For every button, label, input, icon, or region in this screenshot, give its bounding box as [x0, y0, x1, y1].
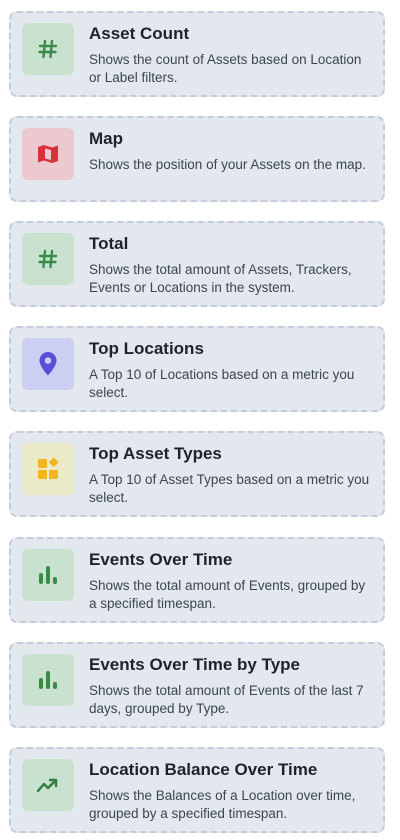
hash-icon: [38, 249, 58, 269]
trend-icon: [36, 778, 58, 793]
widget-description: A Top 10 of Asset Types based on a metri…: [89, 472, 370, 505]
widget-title: Top Asset Types: [89, 444, 222, 463]
widget-icon-box: [22, 233, 74, 285]
widget-icon-box: [22, 128, 74, 180]
map-icon: [38, 145, 58, 163]
widget-description: A Top 10 of Locations based on a metric …: [89, 367, 355, 400]
location-pin-icon: [39, 352, 57, 376]
widget-card-top-locations[interactable]: Top Locations A Top 10 of Locations base…: [9, 326, 385, 412]
widget-description: Shows the total amount of Assets, Tracke…: [89, 262, 352, 295]
bar-chart-icon: [39, 566, 57, 584]
widget-title: Asset Count: [89, 24, 190, 43]
widget-card-events-over-time-by-type[interactable]: Events Over Time by Type Shows the total…: [9, 642, 385, 728]
shapes-icon: [38, 457, 59, 479]
widget-title: Total: [89, 234, 129, 253]
widget-icon-box: [22, 654, 74, 706]
widget-icon-box: [22, 759, 74, 811]
widget-description: Shows the Balances of a Location over ti…: [89, 788, 356, 821]
widget-card-location-balance-over-time[interactable]: Location Balance Over Time Shows the Bal…: [9, 747, 385, 833]
widget-icon-box: [22, 443, 74, 495]
widget-list: Asset Count Shows the count of Assets ba…: [0, 0, 400, 840]
widget-card-map[interactable]: Map Shows the position of your Assets on…: [9, 116, 385, 202]
widget-title: Events Over Time by Type: [89, 655, 301, 674]
widget-icon-box: [22, 23, 74, 75]
widget-description: Shows the total amount of Events of the …: [89, 683, 364, 716]
widget-title: Top Locations: [89, 339, 204, 358]
widget-title: Map: [89, 129, 123, 148]
widget-card-total[interactable]: Total Shows the total amount of Assets, …: [9, 221, 385, 307]
widget-card-top-asset-types[interactable]: Top Asset Types A Top 10 of Asset Types …: [9, 431, 385, 517]
widget-description: Shows the position of your Assets on the…: [89, 157, 366, 172]
widget-card-asset-count[interactable]: Asset Count Shows the count of Assets ba…: [9, 11, 385, 97]
widget-title: Events Over Time: [89, 550, 233, 569]
hash-icon: [38, 39, 58, 59]
widget-icon-box: [22, 338, 74, 390]
widget-icon-box: [22, 549, 74, 601]
widget-title: Location Balance Over Time: [89, 760, 318, 779]
widget-description: Shows the count of Assets based on Locat…: [89, 52, 362, 85]
widget-card-events-over-time[interactable]: Events Over Time Shows the total amount …: [9, 537, 385, 623]
widget-description: Shows the total amount of Events, groupe…: [89, 578, 366, 611]
bar-chart-icon: [39, 671, 57, 689]
